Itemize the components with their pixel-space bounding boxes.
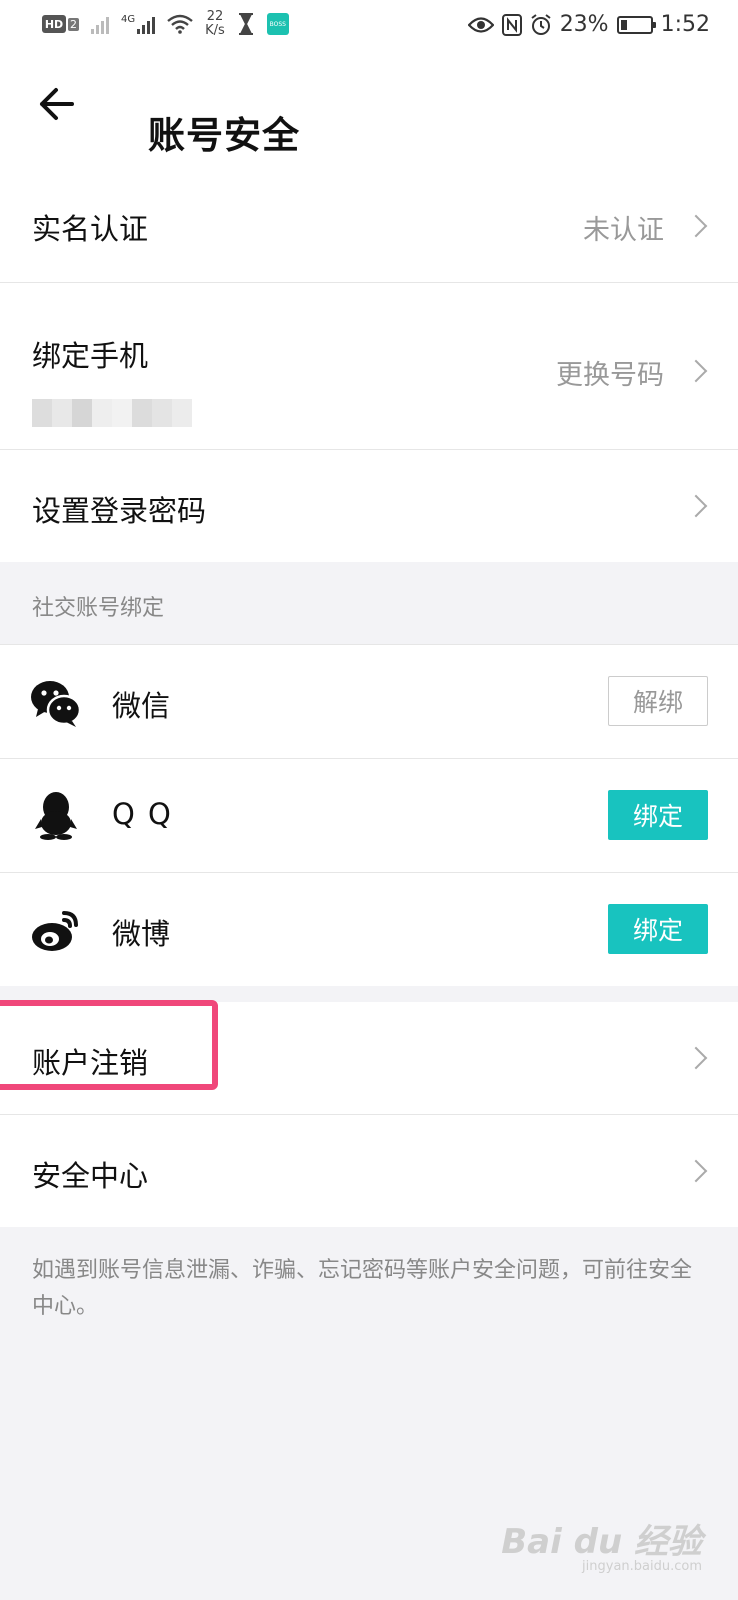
set-password-label: 设置登录密码 [32, 494, 207, 528]
weibo-icon [32, 911, 78, 951]
qq-bind-button[interactable]: 绑定 [608, 790, 708, 840]
page-title: 账号安全 [148, 114, 300, 157]
boss-app-icon: BOSS [266, 13, 289, 35]
hd-sim-badge: 2 [68, 17, 79, 31]
hd-voice-icon: HD [42, 15, 66, 33]
chevron-right-icon [684, 359, 708, 383]
nav-header: 账号安全 [0, 50, 738, 168]
social-accounts-group: 微信 解绑 Q Q 绑定 微博 绑定 [0, 645, 738, 986]
qq-icon [35, 792, 77, 840]
qq-row: Q Q 绑定 [0, 759, 738, 873]
deactivate-account-label: 账户注销 [32, 1046, 149, 1080]
wechat-row: 微信 解绑 [0, 645, 738, 759]
signal-sim1-icon [91, 14, 109, 34]
security-center-row[interactable]: 安全中心 [0, 1115, 738, 1227]
status-left: HD 2 4G 22 K/s BOSS [42, 10, 289, 38]
net-speed: 22 K/s [205, 9, 225, 38]
other-settings-group: 账户注销 安全中心 [0, 1002, 738, 1227]
wechat-unbind-button[interactable]: 解绑 [608, 676, 708, 726]
nfc-icon [501, 13, 522, 36]
chevron-right-icon [684, 1159, 708, 1183]
back-arrow-icon[interactable] [36, 84, 76, 124]
weibo-bind-button[interactable]: 绑定 [608, 904, 708, 954]
watermark-main: Bai du 经验 [501, 1522, 702, 1562]
alarm-icon [531, 13, 551, 35]
battery-icon [616, 15, 656, 34]
social-section-title: 社交账号绑定 [32, 596, 165, 621]
real-name-label: 实名认证 [32, 212, 149, 246]
security-tip: 如遇到账号信息泄漏、诈骗、忘记密码等账户安全问题，可前往安全中心。 [32, 1258, 693, 1319]
status-bar: HD 2 4G 22 K/s BOSS 23% 1:52 [0, 0, 738, 50]
weibo-label: 微博 [112, 917, 171, 951]
baidu-watermark: Bai du 经验 jingyan.baidu.com [501, 1514, 702, 1574]
hourglass-icon [238, 13, 253, 35]
wechat-label: 微信 [112, 689, 171, 723]
wifi-icon [167, 14, 193, 34]
weibo-row: 微博 绑定 [0, 873, 738, 986]
status-right: 23% 1:52 [467, 12, 710, 37]
bind-phone-label: 绑定手机 [32, 339, 149, 373]
bind-phone-row[interactable]: 绑定手机 更换号码 [0, 283, 738, 450]
real-name-status: 未认证 [583, 215, 664, 246]
set-password-row[interactable]: 设置登录密码 [0, 450, 738, 562]
chevron-right-icon [684, 214, 708, 238]
chevron-right-icon [684, 1046, 708, 1070]
masked-phone-number [32, 399, 192, 427]
account-settings-group: 实名认证 未认证 绑定手机 更换号码 设置登录密码 [0, 168, 738, 562]
real-name-row[interactable]: 实名认证 未认证 [0, 168, 738, 283]
deactivate-account-row[interactable]: 账户注销 [0, 1002, 738, 1115]
clock: 1:52 [660, 12, 710, 37]
signal-4g-icon: 4G [121, 14, 156, 34]
eye-icon [467, 16, 494, 33]
wechat-icon [31, 681, 82, 727]
qq-label: Q Q [112, 797, 173, 831]
change-number-link: 更换号码 [556, 360, 664, 391]
battery-percent: 23% [559, 12, 609, 37]
chevron-right-icon [684, 494, 708, 518]
social-section-header: 社交账号绑定 [0, 562, 738, 645]
section-gap [0, 986, 738, 1002]
security-center-label: 安全中心 [32, 1159, 149, 1193]
